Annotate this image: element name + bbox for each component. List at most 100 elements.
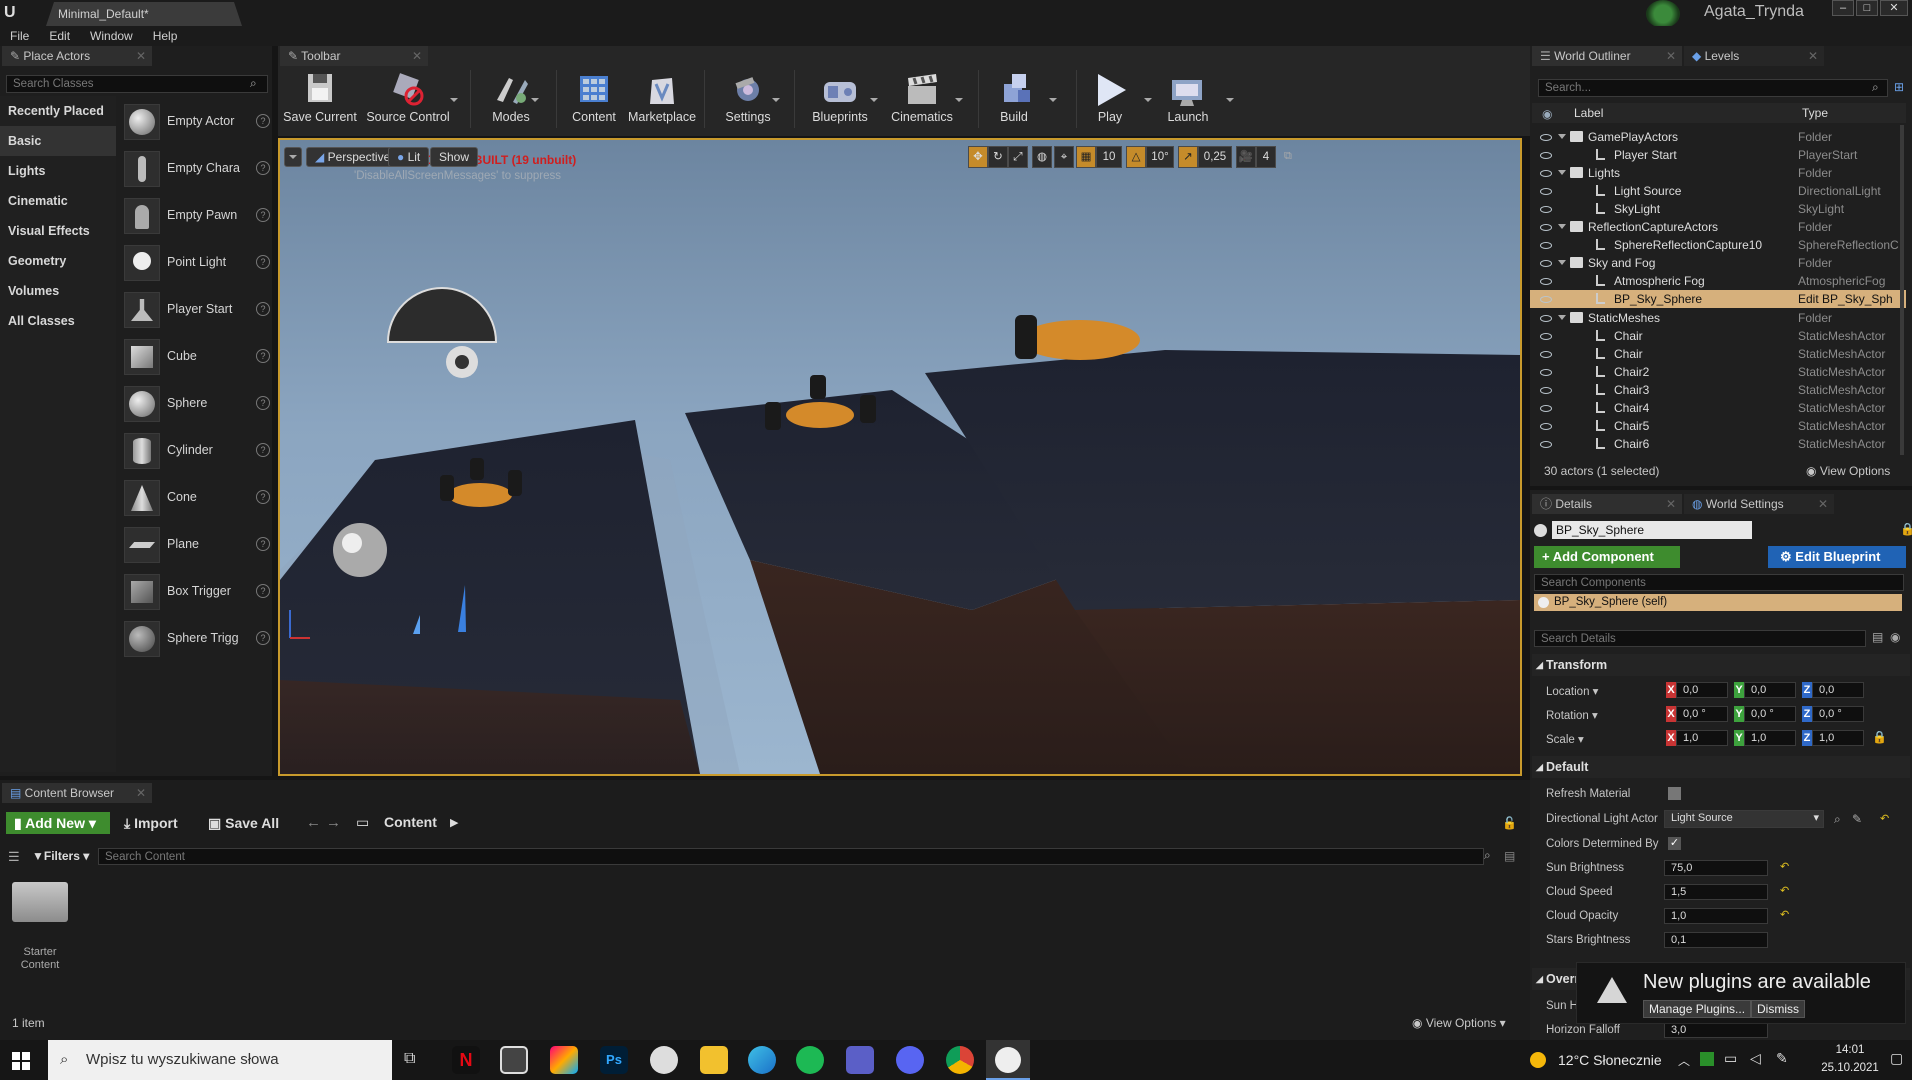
camera-speed-value[interactable]: 4 (1256, 146, 1276, 168)
outliner-row[interactable]: Chair StaticMeshActor (1530, 327, 1906, 345)
scale-mode-icon[interactable]: ⤢ (1008, 146, 1028, 168)
visibility-eye-icon[interactable] (1540, 368, 1552, 376)
transform-section-header[interactable]: ◢ Transform (1532, 654, 1910, 676)
chevron-down-icon[interactable] (531, 98, 539, 102)
notifications-icon[interactable]: ▢ (1890, 1050, 1903, 1067)
reset-arrow-icon[interactable]: ↶ (1780, 860, 1789, 873)
tab-details[interactable]: ⓘ Details ✕ (1532, 494, 1682, 514)
expand-arrow-icon[interactable] (1558, 224, 1566, 230)
modes-button[interactable]: Modes (476, 70, 546, 124)
tab-world-settings[interactable]: ◍ World Settings ✕ (1684, 494, 1834, 514)
teams-icon[interactable] (846, 1046, 874, 1074)
edge-icon[interactable] (748, 1046, 776, 1074)
outliner-row[interactable]: Light Source DirectionalLight (1530, 182, 1906, 200)
visibility-eye-icon[interactable] (1540, 260, 1552, 268)
scale-lock-icon[interactable]: 🔒 (1872, 730, 1887, 744)
outliner-row[interactable]: Atmospheric Fog AtmosphericFog (1530, 272, 1906, 290)
scale-label[interactable]: Scale ▾ (1546, 732, 1584, 746)
dismiss-button[interactable]: Dismiss (1751, 1000, 1805, 1018)
unreal-taskbar-icon[interactable] (986, 1040, 1030, 1080)
surface-snap-icon[interactable]: ⌖ (1054, 146, 1074, 168)
help-icon[interactable]: ? (256, 584, 270, 598)
visibility-eye-icon[interactable] (1540, 278, 1552, 286)
content-button[interactable]: Content (562, 70, 626, 124)
play-button[interactable]: Play (1082, 70, 1138, 124)
close-button[interactable]: ✕ (1880, 0, 1908, 16)
close-icon[interactable]: ✕ (136, 783, 146, 803)
scale-x-field[interactable]: 1,0 (1676, 730, 1728, 746)
chevron-down-icon[interactable] (870, 98, 878, 102)
category-all-classes[interactable]: All Classes (0, 306, 116, 336)
rotation-x-field[interactable]: 0,0 ° (1676, 706, 1728, 722)
manage-plugins-button[interactable]: Manage Plugins... (1643, 1000, 1752, 1018)
browse-icon[interactable]: ⌕ (1834, 812, 1841, 827)
save-all-button[interactable]: ▣ Save All (208, 812, 279, 834)
lit-button[interactable]: ● Lit (388, 147, 430, 167)
maximize-viewport-icon[interactable]: ⧉ (1284, 150, 1292, 163)
path-content[interactable]: Content (384, 814, 437, 830)
location-label[interactable]: Location ▾ (1546, 684, 1598, 698)
help-icon[interactable]: ? (256, 631, 270, 645)
asset-empty-character[interactable]: Empty Chara? (124, 147, 270, 191)
search-classes-input[interactable]: Search Classes (6, 75, 268, 93)
scale-y-field[interactable]: 1,0 (1744, 730, 1796, 746)
close-icon[interactable]: ✕ (1666, 494, 1676, 514)
property-matrix-icon[interactable]: ▤ (1872, 630, 1883, 644)
menu-help[interactable]: Help (143, 26, 188, 46)
eye-icon[interactable]: ◉ (1890, 630, 1900, 644)
edit-blueprint-button[interactable]: ⚙ Edit Blueprint (1768, 546, 1906, 568)
menu-file[interactable]: File (0, 26, 39, 46)
category-visual-effects[interactable]: Visual Effects (0, 216, 116, 246)
taskbar-search-input[interactable]: ⌕ Wpisz tu wyszukiwane słowa (48, 1040, 392, 1080)
search-details-input[interactable]: Search Details (1534, 630, 1866, 647)
menu-edit[interactable]: Edit (39, 26, 80, 46)
chevron-down-icon[interactable] (1144, 98, 1152, 102)
unreal-logo-icon[interactable]: U (4, 3, 24, 23)
world-local-icon[interactable]: ◍ (1032, 146, 1052, 168)
directional-light-actor-select[interactable]: Light Source ▾ (1664, 810, 1824, 828)
expand-arrow-icon[interactable] (1558, 260, 1566, 266)
colors-determined-checkbox[interactable]: ✓ (1668, 837, 1681, 850)
content-browser-lock-icon[interactable]: 🔓 (1502, 816, 1517, 830)
import-button[interactable]: ⤓ Import (124, 812, 178, 834)
help-icon[interactable]: ? (256, 255, 270, 269)
filters-button[interactable]: ▼Filters ▾ (32, 849, 89, 863)
task-view-icon[interactable]: ⧉ (404, 1050, 415, 1068)
photos-icon[interactable] (550, 1046, 578, 1074)
asset-cone[interactable]: Cone? (124, 476, 270, 520)
visibility-eye-icon[interactable] (1540, 188, 1552, 196)
camera-speed-icon[interactable]: 🎥 (1236, 146, 1256, 168)
visibility-eye-icon[interactable] (1540, 134, 1552, 141)
visibility-eye-icon[interactable] (1540, 440, 1552, 448)
visibility-eye-icon[interactable] (1540, 242, 1552, 250)
asset-plane[interactable]: Plane? (124, 523, 270, 567)
tray-app-icon[interactable] (1700, 1052, 1714, 1066)
default-section-header[interactable]: ◢ Default (1532, 756, 1910, 778)
tab-content-browser[interactable]: ▤ Content Browser ✕ (2, 783, 152, 803)
tab-levels[interactable]: ◆ Levels ✕ (1684, 46, 1824, 66)
asset-sphere-trigger[interactable]: Sphere Trigg? (124, 617, 270, 661)
category-geometry[interactable]: Geometry (0, 246, 116, 276)
content-view-options[interactable]: ◉ View Options ▾ (1412, 1016, 1506, 1030)
asset-sphere[interactable]: Sphere? (124, 382, 270, 426)
grid-snap-value[interactable]: 10 (1096, 146, 1122, 168)
outliner-row[interactable]: Player Start PlayerStart (1530, 146, 1906, 164)
viewport-options-button[interactable] (284, 147, 302, 167)
close-icon[interactable]: ✕ (1808, 46, 1818, 66)
chevron-down-icon[interactable] (450, 98, 458, 102)
asset-box-trigger[interactable]: Box Trigger? (124, 570, 270, 614)
save-current-button[interactable]: Save Current (282, 70, 358, 124)
type-column-header[interactable]: Type (1802, 106, 1828, 120)
cloud-opacity-field[interactable]: 1,0 (1664, 908, 1768, 924)
document-tab[interactable]: Minimal_Default* (46, 2, 242, 26)
file-explorer-icon[interactable] (700, 1046, 728, 1074)
tray-chevron-icon[interactable]: ︿ (1678, 1052, 1690, 1069)
marketplace-button[interactable]: Marketplace (626, 70, 698, 124)
chevron-down-icon[interactable] (1049, 98, 1057, 102)
visibility-eye-icon[interactable] (1540, 386, 1552, 394)
visibility-eye-icon[interactable] (1540, 332, 1552, 340)
visibility-eye-icon[interactable] (1540, 152, 1552, 160)
chrome-icon[interactable] (946, 1046, 974, 1074)
source-control-button[interactable]: Source Control (364, 70, 452, 124)
chevron-down-icon[interactable] (1226, 98, 1234, 102)
